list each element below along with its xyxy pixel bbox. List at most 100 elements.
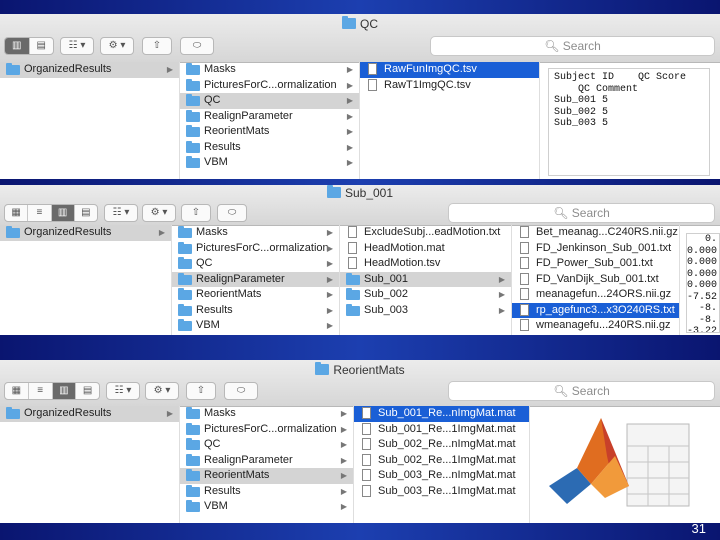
action-button[interactable]: ⚙ ▾ <box>100 37 134 55</box>
file-row[interactable]: Sub_002_Re...nImgMat.mat <box>354 437 529 453</box>
file-row[interactable]: RawFunImgQC.tsv <box>360 62 539 78</box>
view-mode-control[interactable]: ▦ ≡ ▥ ▤ <box>4 382 100 400</box>
folder-icon <box>326 185 341 198</box>
folder-icon <box>186 453 200 466</box>
file-row[interactable]: rp_agefunc3...x3O240RS.txt <box>512 302 679 318</box>
folder-icon <box>6 407 20 419</box>
folder-row[interactable]: Masks ▶ <box>172 225 339 241</box>
file-row[interactable]: FD_VanDijk_Sub_001.txt <box>512 272 679 288</box>
folder-row[interactable]: OrganizedResults ▶ <box>0 406 179 422</box>
folder-row[interactable]: Results ▶ <box>172 303 339 319</box>
folder-row[interactable]: RealignParameter ▶ <box>180 109 359 125</box>
folder-row[interactable]: OrganizedResults ▶ <box>0 62 179 78</box>
folder-row[interactable]: PicturesForC...ormalization ▶ <box>180 78 359 94</box>
disclosure-arrow-icon: ▶ <box>326 228 333 237</box>
finder-window-qc: QC ▥ ▤ ☷ ▾ ⚙ ▾ ⇧ ⬭ 🔍︎ Search OrganizedRes… <box>0 14 720 179</box>
file-row[interactable]: RawT1ImgQC.tsv <box>360 78 539 94</box>
folder-row[interactable]: Sub_001 ▶ <box>340 271 511 287</box>
file-row[interactable]: Sub_003_Re...nImgMat.mat <box>354 468 529 484</box>
column-view-icon[interactable]: ▥ <box>5 38 30 54</box>
file-row[interactable]: Sub_001_Re...nImgMat.mat <box>354 406 529 422</box>
folder-row[interactable]: QC ▶ <box>172 256 339 272</box>
file-row[interactable]: HeadMotion.mat <box>340 241 511 257</box>
view-mode-control[interactable]: ▦ ≡ ▥ ▤ <box>4 204 98 222</box>
folder-row[interactable]: OrganizedResults ▶ <box>0 225 171 241</box>
cover-flow-icon[interactable]: ▤ <box>30 38 54 54</box>
folder-row[interactable]: ReorientMats ▶ <box>172 287 339 303</box>
preview-line: 0. <box>687 234 718 245</box>
search-input[interactable]: 🔍︎ Search <box>448 381 715 401</box>
tag-button[interactable]: ⬭ <box>224 382 258 400</box>
preview-line: Subject ID QC Score <box>554 72 687 83</box>
column-view-icon[interactable]: ▥ <box>51 205 75 221</box>
arrange-button[interactable]: ☷ ▾ <box>104 204 138 222</box>
disclosure-arrow-icon: ▶ <box>326 243 333 253</box>
file-row[interactable]: HeadMotion.tsv <box>340 256 511 272</box>
file-icon <box>348 241 357 254</box>
file-row[interactable]: FD_Jenkinson_Sub_001.txt <box>512 241 679 257</box>
icon-view-icon[interactable]: ▦ <box>5 205 29 221</box>
tag-button[interactable]: ⬭ <box>180 37 214 55</box>
file-row[interactable]: Bet_meanag...C240RS.nii.gz <box>512 225 679 241</box>
share-button[interactable]: ⇧ <box>142 37 172 55</box>
folder-row[interactable]: RealignParameter ▶ <box>180 453 353 469</box>
item-label: ExcludeSubj...eadMotion.txt <box>364 226 501 238</box>
finder-window-sub001: Sub_001 ▦ ≡ ▥ ▤ ☷ ▾ ⚙ ▾ ⇧ ⬭ 🔍︎ Search Organ… <box>0 185 720 335</box>
share-button[interactable]: ⇧ <box>181 204 211 222</box>
file-row[interactable]: Sub_002_Re...1ImgMat.mat <box>354 453 529 469</box>
folder-row[interactable]: VBM ▶ <box>172 318 339 334</box>
file-row[interactable]: wmeanagefu...240RS.nii.gz <box>512 318 679 334</box>
disclosure-arrow-icon: ▶ <box>346 142 353 152</box>
item-label: OrganizedResults <box>24 226 112 238</box>
share-button[interactable]: ⇧ <box>186 382 216 400</box>
file-row[interactable]: ExcludeSubj...eadMotion.txt <box>340 225 511 241</box>
search-icon: 🔍︎ <box>544 39 563 53</box>
folder-row[interactable]: PicturesForC...ormalization ▶ <box>180 422 353 438</box>
item-label: Sub_001_Re...1ImgMat.mat <box>378 422 516 435</box>
view-mode-control[interactable]: ▥ ▤ <box>4 37 54 55</box>
finder-toolbar: Sub_001 ▦ ≡ ▥ ▤ ☷ ▾ ⚙ ▾ ⇧ ⬭ 🔍︎ Search <box>0 185 720 226</box>
action-button[interactable]: ⚙ ▾ <box>145 382 179 400</box>
folder-row[interactable]: Masks ▶ <box>180 406 353 422</box>
preview-line: -3.22 <box>687 326 718 333</box>
folder-row[interactable]: ReorientMats ▶ <box>180 468 353 484</box>
file-row[interactable]: meanagefun...24ORS.nii.gz <box>512 287 679 303</box>
tag-button[interactable]: ⬭ <box>217 204 247 222</box>
icon-view-icon[interactable]: ▦ <box>5 383 29 399</box>
folder-row[interactable]: QC ▶ <box>180 93 359 109</box>
folder-row[interactable]: RealignParameter ▶ <box>172 271 339 287</box>
action-button[interactable]: ⚙ ▾ <box>142 204 176 222</box>
list-view-icon[interactable]: ≡ <box>28 205 52 221</box>
file-row[interactable]: Sub_003_Re...1ImgMat.mat <box>354 484 529 500</box>
file-icon <box>362 453 371 466</box>
disclosure-arrow-icon: ▶ <box>498 290 505 299</box>
folder-row[interactable]: PicturesForC...ormalization ▶ <box>172 241 339 257</box>
search-input[interactable]: 🔍︎ Search <box>430 36 715 56</box>
cover-flow-icon[interactable]: ▤ <box>76 383 99 399</box>
search-input[interactable]: 🔍︎ Search <box>448 203 715 223</box>
folder-icon <box>186 125 200 137</box>
folder-row[interactable]: Sub_003 ▶ <box>340 303 511 319</box>
file-row[interactable]: FD_Power_Sub_001.txt <box>512 256 679 272</box>
folder-icon <box>186 438 200 450</box>
folder-icon <box>342 16 356 29</box>
folder-row[interactable]: Masks ▶ <box>180 62 359 78</box>
folder-row[interactable]: VBM ▶ <box>180 499 353 515</box>
folder-row[interactable]: VBM ▶ <box>180 155 359 171</box>
folder-row[interactable]: ReorientMats ▶ <box>180 124 359 140</box>
folder-row[interactable]: Results ▶ <box>180 140 359 156</box>
folder-row[interactable]: QC ▶ <box>180 437 353 453</box>
arrange-button[interactable]: ☷ ▾ <box>60 37 94 55</box>
list-view-icon[interactable]: ≡ <box>29 383 53 399</box>
folder-row[interactable]: Sub_002 ▶ <box>340 287 511 303</box>
cover-flow-icon[interactable]: ▤ <box>75 205 97 221</box>
column-1: OrganizedResults ▶ <box>0 225 172 335</box>
arrange-button[interactable]: ☷ ▾ <box>106 382 140 400</box>
disclosure-arrow-icon: ▶ <box>346 80 353 90</box>
folder-row[interactable]: Results ▶ <box>180 484 353 500</box>
column-2: Masks ▶ PicturesForC...ormalization ▶ QC ▶ Rea… <box>180 62 360 179</box>
folder-icon <box>186 109 200 122</box>
file-row[interactable]: Sub_001_Re...1ImgMat.mat <box>354 422 529 438</box>
folder-icon <box>315 362 330 375</box>
column-view-icon[interactable]: ▥ <box>52 383 77 399</box>
